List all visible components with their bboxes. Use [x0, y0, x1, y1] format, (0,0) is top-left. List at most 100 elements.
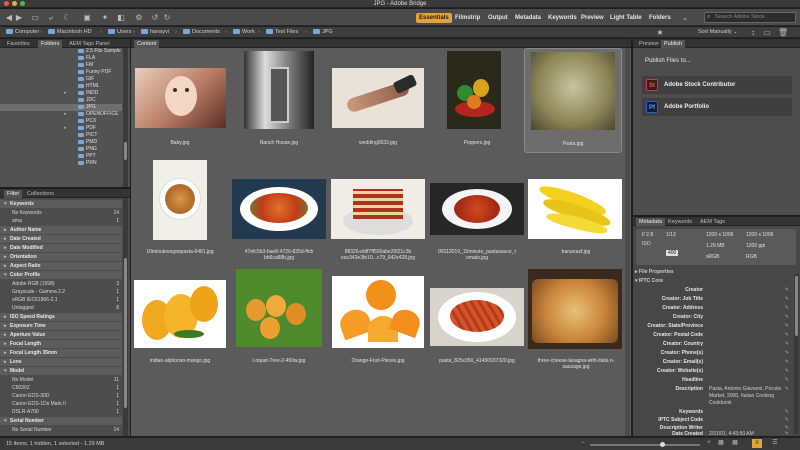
workspace-preview[interactable]: Preview: [578, 13, 607, 23]
filter-section-iso[interactable]: ▸ ISO Speed Ratings: [0, 313, 122, 321]
workspace-menu-chevron-icon[interactable]: ⌄: [680, 13, 690, 22]
folder-item[interactable]: PCX: [0, 118, 122, 125]
folder-menu-icon[interactable]: ▭: [30, 13, 40, 22]
edit-pencil-icon[interactable]: ✎: [785, 367, 789, 375]
filter-section-focal-length-35[interactable]: ▸ Focal Length 35mm: [0, 349, 122, 357]
edit-pencil-icon[interactable]: ✎: [785, 286, 789, 294]
iptc-row[interactable]: Creator: Country ✎: [633, 340, 791, 348]
camera-icon[interactable]: ▣: [82, 13, 92, 22]
iptc-row[interactable]: IPTC Subject Code ✎: [633, 416, 791, 424]
thumbnail-wedding[interactable]: wedding0033.jpg: [329, 48, 427, 153]
folder-item[interactable]: PICT: [0, 132, 122, 139]
filter-item[interactable]: Adobe RGB (1998) 3: [0, 280, 122, 288]
thumbnail-size-slider[interactable]: [590, 442, 700, 447]
tab-aem-tags[interactable]: AEM Tags: [697, 218, 728, 226]
expand-arrow-icon[interactable]: ▸: [64, 90, 67, 97]
breadcrumb-user[interactable]: hanayvi: [141, 28, 169, 37]
reveal-recent-icon[interactable]: ⤶: [46, 13, 56, 22]
workspace-filmstrip[interactable]: Filmstrip: [452, 13, 483, 23]
folder-item[interactable]: PMD: [0, 139, 122, 146]
list-view-icon[interactable]: ☰: [770, 439, 780, 448]
iptc-row[interactable]: Creator: City ✎: [633, 313, 791, 321]
new-folder-icon[interactable]: ▭: [762, 28, 772, 37]
edit-pencil-icon[interactable]: ✎: [785, 340, 789, 348]
iptc-row[interactable]: Keywords ✎: [633, 408, 791, 416]
folder-item[interactable]: HTML: [0, 83, 122, 90]
thumbnail-pasta-825[interactable]: pasta_825x350_41450937320.jpg: [428, 266, 526, 371]
workspace-essentials[interactable]: Essentials: [416, 13, 452, 23]
thumbnail-bananas[interactable]: bananasf.jpg: [527, 157, 625, 262]
tab-metadata[interactable]: Metadata: [636, 218, 665, 226]
star-filter-icon[interactable]: ★: [655, 28, 665, 37]
iptc-row[interactable]: Creator: Address ✎: [633, 304, 791, 312]
refine-icon[interactable]: ✦: [100, 13, 110, 22]
iptc-row[interactable]: Creator: State/Province ✎: [633, 322, 791, 330]
edit-pencil-icon[interactable]: ✎: [785, 376, 789, 384]
back-icon[interactable]: ◀: [4, 13, 14, 22]
metadata-scrollbar[interactable]: [794, 274, 799, 434]
thumbnail-ranch-house[interactable]: Ranch House.jpg: [230, 48, 328, 153]
publish-adobe-stock-contributor[interactable]: St Adobe Stock Contributor: [642, 76, 792, 94]
tab-folders[interactable]: Folders: [38, 40, 63, 48]
metadata-scrollbar-thumb[interactable]: [795, 276, 798, 336]
filter-item[interactable]: No Serial Number 14: [0, 426, 122, 434]
file-properties-header[interactable]: ▸ File Properties: [635, 268, 674, 276]
filter-item[interactable]: C5030Z 1: [0, 384, 122, 392]
folder-item[interactable]: Funny PDF: [0, 69, 122, 76]
breadcrumb-computer[interactable]: Computer: [6, 28, 39, 37]
tab-preview[interactable]: Preview: [636, 40, 662, 48]
edit-pencil-icon[interactable]: ✎: [785, 358, 789, 366]
publish-adobe-portfolio[interactable]: Pf Adobe Portfolio: [642, 98, 792, 116]
sort-direction-icon[interactable]: ↕: [748, 28, 758, 37]
thumbnail-orange-fruit[interactable]: Orange-Fruit-Pieces.jpg: [329, 266, 427, 371]
tab-publish[interactable]: Publish: [661, 40, 686, 48]
filter-section-date-modified[interactable]: ▸ Date Modified: [0, 244, 122, 252]
thumbnail-loquat[interactable]: Loquat-Tree-2-450w.jpg: [230, 266, 328, 371]
folder-item-selected[interactable]: JPG: [0, 104, 122, 111]
zoom-in-icon[interactable]: +: [704, 439, 714, 448]
breadcrumb-jpg[interactable]: JPG: [313, 28, 333, 37]
folder-item[interactable]: PPT: [0, 153, 122, 160]
edit-pencil-icon[interactable]: ✎: [785, 416, 789, 424]
edit-pencil-icon[interactable]: ✎: [785, 322, 789, 330]
folder-item[interactable]: FLA: [0, 55, 122, 62]
folder-item[interactable]: ▸ OPENOFFICE: [0, 111, 122, 118]
thumbnail-47efc5b3[interactable]: 47efc5b3-bae8-4726-835d-ffcb bb6ca88b.jp…: [230, 157, 328, 262]
forward-icon[interactable]: ▶: [14, 13, 24, 22]
filter-scrollbar-thumb[interactable]: [124, 258, 127, 408]
filter-section-author[interactable]: ▸ Author Name: [0, 226, 122, 234]
thumbnail-pasta-selected[interactable]: Pasta.jpg: [524, 48, 622, 153]
thumbnail-09112019[interactable]: 09112019_15minute_pastasauce_t omato.jpg: [428, 157, 526, 262]
breadcrumb-documents[interactable]: Documents: [183, 28, 220, 37]
folder-item[interactable]: FM: [0, 62, 122, 69]
tab-filter[interactable]: Filter: [4, 190, 23, 198]
folder-item[interactable]: GIF: [0, 76, 122, 83]
iptc-row[interactable]: Creator: Postal Code ✎: [633, 331, 791, 339]
grid-view-icon[interactable]: ▦: [730, 439, 740, 448]
filter-item[interactable]: Canon EOS-30D 1: [0, 392, 122, 400]
folder-item[interactable]: 2.5 Fits Sample: [0, 48, 122, 55]
filter-item[interactable]: Untagged 8: [0, 304, 122, 312]
output-icon[interactable]: ◧: [116, 13, 126, 22]
folder-item[interactable]: ▸ INDD: [0, 90, 122, 97]
filter-section-date-created[interactable]: ▸ Date Created: [0, 235, 122, 243]
breadcrumb-users[interactable]: Users: [108, 28, 131, 37]
lock-icon[interactable]: ▦: [716, 439, 726, 448]
folders-scrollbar-thumb[interactable]: [124, 142, 127, 160]
iptc-core-header[interactable]: ▾ IPTC Core: [635, 277, 663, 285]
iptc-row[interactable]: Creator: Website(s) ✎: [633, 367, 791, 375]
delete-icon[interactable]: 🗑: [778, 28, 788, 37]
thumbnail-vegan-pasta[interactable]: 10minuteveganpasta-6481.jpg: [131, 157, 229, 262]
sort-dropdown[interactable]: Sort Manually ⌄: [698, 28, 738, 37]
edit-pencil-icon[interactable]: ✎: [785, 304, 789, 312]
edit-pencil-icon[interactable]: ✎: [785, 295, 789, 303]
filter-item[interactable]: ama 1: [0, 217, 122, 225]
filter-item[interactable]: sRGB IEC61966-2.1 1: [0, 296, 122, 304]
edit-pencil-icon[interactable]: ✎: [785, 408, 789, 416]
workspace-keywords[interactable]: Keywords: [545, 13, 580, 23]
boomerang-icon[interactable]: ☾: [62, 13, 72, 22]
breadcrumb-test-files[interactable]: Test Files: [266, 28, 298, 37]
expand-arrow-icon[interactable]: ▸: [64, 111, 67, 118]
tab-favorites[interactable]: Favorites: [4, 40, 33, 48]
folders-scrollbar[interactable]: [123, 48, 128, 187]
